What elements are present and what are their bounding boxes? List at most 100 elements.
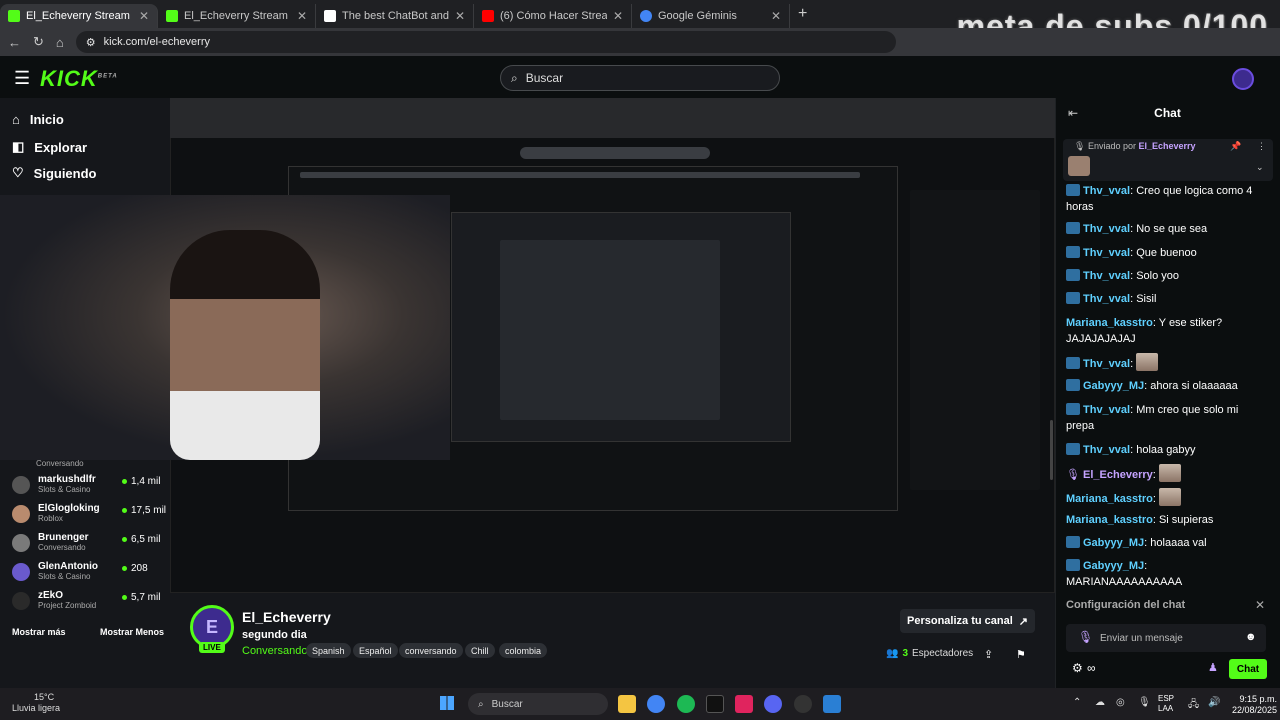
- tag-chip[interactable]: colombia: [499, 643, 548, 658]
- chrome-icon[interactable]: [647, 695, 665, 713]
- obs-icon[interactable]: [794, 695, 812, 713]
- nested-tabbar: [300, 172, 860, 178]
- discord-icon[interactable]: [764, 695, 782, 713]
- scrollbar[interactable]: [1050, 420, 1053, 480]
- reload-icon[interactable]: ↻: [33, 34, 44, 50]
- chat-username[interactable]: Gabyyy_MJ: [1083, 380, 1144, 392]
- show-less-link[interactable]: Mostrar Menos: [100, 627, 164, 637]
- tag-chip[interactable]: conversando: [399, 643, 463, 658]
- file-explorer-icon[interactable]: [618, 695, 636, 713]
- chat-message: Mariana_kasstro:: [1066, 488, 1266, 507]
- channel-name[interactable]: El_Echeverry: [242, 609, 331, 625]
- tag-chip[interactable]: Chill: [465, 643, 495, 658]
- chevron-down-icon[interactable]: ⌄: [1256, 162, 1264, 173]
- channel-viewers: 208: [122, 563, 148, 574]
- more-options-icon[interactable]: ⋮: [1257, 141, 1266, 152]
- chat-username[interactable]: Mariana_kasstro: [1066, 317, 1153, 329]
- chevron-up-icon[interactable]: ⌃: [1073, 697, 1081, 708]
- nav-explorar[interactable]: ◧ Explorar: [12, 139, 87, 155]
- share-icon[interactable]: ⇪: [984, 648, 993, 661]
- chat-username[interactable]: Gabyyy_MJ: [1083, 560, 1144, 572]
- browser-tab[interactable]: (6) Cómo Hacer Streams en Kic ✕: [474, 4, 632, 28]
- emoji-icon[interactable]: ☻: [1245, 631, 1257, 643]
- browser-tab[interactable]: The best ChatBot and Widgets ✕: [316, 4, 474, 28]
- menu-icon[interactable]: ☰: [14, 68, 30, 89]
- link-icon[interactable]: ∞: [1087, 661, 1096, 675]
- network-icon[interactable]: 🖧: [1188, 697, 1199, 714]
- search-input[interactable]: ⌕ Buscar: [500, 65, 780, 91]
- chat-message: Thv_vval:: [1066, 353, 1266, 372]
- pin-icon[interactable]: 📌: [1230, 141, 1241, 152]
- tiktok-icon[interactable]: [706, 695, 724, 713]
- close-icon[interactable]: ✕: [1255, 598, 1265, 612]
- chat-username[interactable]: Thv_vval: [1083, 223, 1130, 235]
- chat-username[interactable]: Thv_vval: [1083, 444, 1130, 456]
- search-placeholder: Buscar: [525, 71, 564, 85]
- nav-inicio[interactable]: ⌂ Inicio: [12, 112, 64, 127]
- subscriber-badge-icon: [1066, 269, 1080, 281]
- chat-username[interactable]: Thv_vval: [1083, 247, 1130, 259]
- spotify-icon[interactable]: [677, 695, 695, 713]
- chat-username[interactable]: Thv_vval: [1083, 293, 1130, 305]
- volume-icon[interactable]: 🔊: [1208, 697, 1220, 708]
- browser-tab[interactable]: Google Géminis ✕: [632, 4, 790, 28]
- cloud-icon[interactable]: ☁: [1095, 697, 1105, 708]
- subscriber-badge-icon: [1066, 559, 1080, 571]
- show-more-link[interactable]: Mostrar más: [12, 627, 66, 637]
- stream-category[interactable]: Conversando: [242, 645, 307, 657]
- nested-screen-capture-4: [500, 240, 720, 420]
- new-tab-icon[interactable]: +: [798, 5, 807, 23]
- streamer-figure: [170, 230, 320, 460]
- language-indicator[interactable]: ESP LAA: [1158, 694, 1174, 714]
- weather-widget[interactable]: 15°C Lluvia ligera: [12, 692, 60, 714]
- windows-start-icon[interactable]: [440, 696, 454, 710]
- chat-username[interactable]: Mariana_kasstro: [1066, 493, 1153, 505]
- tag-chip[interactable]: Español: [353, 643, 398, 658]
- chat-message-input[interactable]: Enviar un mensaje: [1066, 624, 1266, 652]
- chat-username[interactable]: Thv_vval: [1083, 358, 1130, 370]
- taskbar-clock[interactable]: 9:15 p.m. 22/08/2025: [1232, 694, 1277, 716]
- chat-username[interactable]: Thv_vval: [1083, 185, 1130, 197]
- chat-username[interactable]: Thv_vval: [1083, 270, 1130, 282]
- tab-title: Google Géminis: [658, 10, 737, 22]
- mic-icon[interactable]: 🎙: [1138, 697, 1151, 708]
- kick-favicon-icon: [8, 10, 20, 22]
- taskbar-search[interactable]: ⌕ Buscar: [468, 693, 608, 715]
- close-icon[interactable]: ✕: [613, 9, 623, 23]
- kick-logo[interactable]: KICKBETA: [40, 66, 118, 92]
- browser-tab[interactable]: El_Echeverry Stream - Watch Li ✕: [0, 4, 158, 28]
- browser-tab[interactable]: El_Echeverry Stream - Kick Das ✕: [158, 4, 316, 28]
- close-icon[interactable]: ✕: [297, 9, 307, 23]
- wifi-icon[interactable]: ◎: [1116, 697, 1125, 708]
- home-icon[interactable]: ⌂: [56, 35, 64, 50]
- follow-icon[interactable]: ⚑: [1016, 648, 1026, 661]
- chat-text: Solo yoo: [1136, 270, 1180, 282]
- address-bar: ← ↻ ⌂ ⚙ kick.com/el-echeverry: [0, 28, 1280, 56]
- send-chat-button[interactable]: Chat: [1229, 659, 1267, 679]
- nav-siguiendo[interactable]: ♡ Siguiendo: [12, 165, 97, 181]
- close-icon[interactable]: ✕: [455, 9, 465, 23]
- chat-username[interactable]: Mariana_kasstro: [1066, 514, 1153, 526]
- home-icon: ⌂: [12, 112, 20, 127]
- user-avatar[interactable]: [1232, 68, 1254, 90]
- settings-icon[interactable]: ⚙: [1072, 661, 1083, 675]
- nested-browser-chrome: [170, 98, 1055, 138]
- close-icon[interactable]: ✕: [139, 9, 149, 23]
- user-badge-icon[interactable]: ♟: [1208, 661, 1218, 674]
- channel-avatar: [12, 475, 30, 494]
- chat-username[interactable]: El_Echeverry: [1083, 469, 1153, 481]
- viewer-count: 👥 3 Espectadores: [886, 648, 974, 659]
- tag-chip[interactable]: Spanish: [306, 643, 351, 658]
- chat-text: holaaaa val: [1150, 537, 1207, 549]
- close-icon[interactable]: ✕: [771, 9, 781, 23]
- customize-channel-button[interactable]: Personaliza tu canal ↗: [900, 609, 1035, 633]
- back-icon[interactable]: ←: [8, 35, 21, 50]
- app-icon[interactable]: [823, 695, 841, 713]
- chat-username[interactable]: Thv_vval: [1083, 404, 1130, 416]
- chat-username[interactable]: Gabyyy_MJ: [1083, 537, 1144, 549]
- url-field[interactable]: ⚙ kick.com/el-echeverry: [75, 31, 896, 53]
- chat-title: Chat: [1154, 106, 1181, 120]
- site-info-icon[interactable]: ⚙: [86, 36, 96, 49]
- tiktok-live-icon[interactable]: [735, 695, 753, 713]
- subscriber-badge-icon: [1066, 403, 1080, 415]
